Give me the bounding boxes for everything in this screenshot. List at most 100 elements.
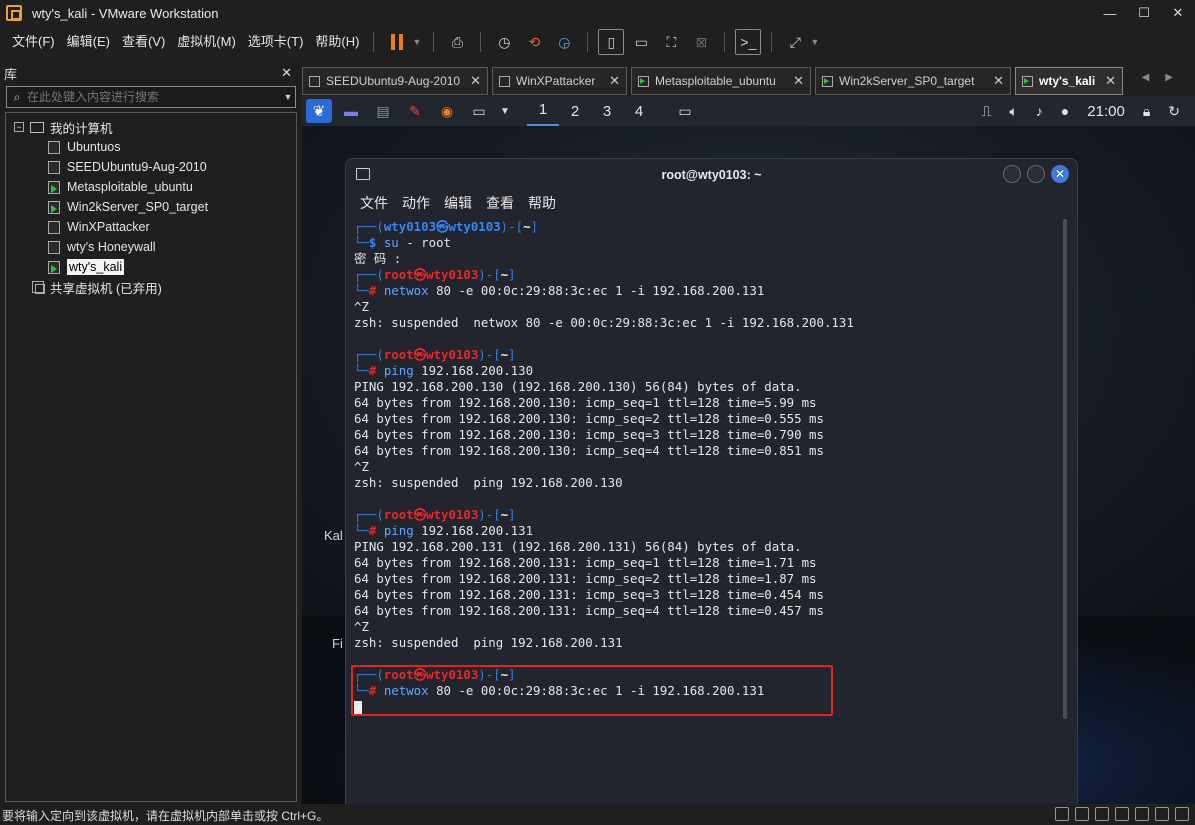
terminal-title: root@wty0103: ~ xyxy=(661,168,762,182)
menu-edit[interactable]: 编辑(E) xyxy=(61,26,116,58)
tab-scroll-arrows-icon[interactable]: ◀▶ xyxy=(1142,72,1189,83)
tree-item-vm[interactable]: Metasploitable_ubuntu xyxy=(48,177,193,197)
text-editor-icon[interactable]: ✎ xyxy=(402,99,428,123)
firefox-icon[interactable]: ◉ xyxy=(434,99,460,123)
stretch-guest-icon[interactable]: ⤢ xyxy=(782,29,808,55)
workspace-3[interactable]: 3 xyxy=(591,103,623,120)
terminal-titlebar[interactable]: root@wty0103: ~ ✕ xyxy=(346,159,1077,191)
tab-winxpattacker[interactable]: WinXPattacker ✕ xyxy=(492,67,627,95)
minimize-button[interactable]: — xyxy=(1093,0,1127,26)
workspace-4[interactable]: 4 xyxy=(623,103,655,120)
tree-item-vm[interactable]: WinXPattacker xyxy=(48,217,150,237)
prompt-bracket: ┌──( xyxy=(354,507,384,522)
tab-close-icon[interactable]: ✕ xyxy=(785,73,804,89)
power-icon[interactable]: ● xyxy=(1061,103,1069,119)
volume-icon[interactable]: 🔈︎ xyxy=(1009,103,1017,120)
terminal-icon[interactable]: ▭ xyxy=(466,99,492,123)
prompt-root-symbol: # xyxy=(368,283,384,298)
terminal-menu-help[interactable]: 帮助 xyxy=(528,193,556,213)
library-search-input[interactable] xyxy=(27,90,281,104)
usb-icon[interactable] xyxy=(1115,807,1129,821)
network-icon[interactable]: ⎍ xyxy=(982,103,992,120)
panel-clock[interactable]: 21:00 xyxy=(1087,103,1125,120)
terminal-menu-edit[interactable]: 编辑 xyxy=(444,193,472,213)
terminal-window[interactable]: root@wty0103: ~ ✕ 文件 动作 编辑 查看 帮助 ┌──( wty… xyxy=(345,158,1078,804)
pause-vm-button[interactable] xyxy=(384,29,410,55)
collapse-icon[interactable]: − xyxy=(14,122,24,132)
tab-close-icon[interactable]: ✕ xyxy=(601,73,620,89)
send-ctrl-alt-del-icon[interactable]: ⎙ xyxy=(444,29,470,55)
tree-item-vm[interactable]: Ubuntuos xyxy=(48,137,121,157)
tab-close-icon[interactable]: ✕ xyxy=(985,73,1004,89)
stretch-dropdown-icon[interactable]: ▼ xyxy=(810,37,819,47)
vm-running-icon xyxy=(48,180,60,194)
tab-win2kserver[interactable]: Win2kServer_SP0_target ✕ xyxy=(815,67,1011,95)
workspace-1[interactable]: 1 xyxy=(527,96,559,126)
kali-menu-icon[interactable]: ❦ xyxy=(306,99,332,123)
workspace-2[interactable]: 2 xyxy=(559,103,591,120)
menu-view[interactable]: 查看(V) xyxy=(116,26,171,58)
prompt-host: wty0103 xyxy=(426,507,479,522)
cd-drive-icon[interactable] xyxy=(1075,807,1089,821)
vm-console[interactable]: Kal Fi ❦ ▬ ▤ ✎ ◉ ▭ ▼ 1 2 3 4 ▭ ⎍ 🔈︎ ♪ ● … xyxy=(302,96,1195,804)
terminal-menu-file[interactable]: 文件 xyxy=(360,193,388,213)
terminal-close-button[interactable]: ✕ xyxy=(1051,165,1069,183)
desktop-icon-label[interactable]: Fi xyxy=(332,636,343,651)
desktop-icon-label[interactable]: Kal xyxy=(324,528,343,543)
show-desktop-icon[interactable]: ▬ xyxy=(338,99,364,123)
library-header: 库 ✕ xyxy=(0,62,300,84)
menu-tabs[interactable]: 选项卡(T) xyxy=(242,26,310,58)
command-name: su xyxy=(383,235,399,250)
snapshot-icon[interactable]: ◷ xyxy=(491,29,517,55)
tab-seedubuntu[interactable]: SEEDUbuntu9-Aug-2010 ✕ xyxy=(302,67,488,95)
terminal-minimize-button[interactable] xyxy=(1003,165,1021,183)
network-adapter-icon[interactable] xyxy=(1095,807,1109,821)
unity-icon[interactable]: ⊠ xyxy=(688,29,714,55)
terminal-menu-view[interactable]: 查看 xyxy=(486,193,514,213)
menu-file[interactable]: 文件(F) xyxy=(6,26,61,58)
command-args: 192.168.200.130 xyxy=(413,363,534,378)
power-dropdown-icon[interactable]: ▼ xyxy=(412,37,421,47)
revert-snapshot-icon[interactable]: ⟲ xyxy=(521,29,547,55)
display-icon[interactable] xyxy=(1155,807,1169,821)
message-log-icon[interactable] xyxy=(1175,807,1189,821)
tree-item-vm[interactable]: Win2kServer_SP0_target xyxy=(48,197,208,217)
file-manager-icon[interactable]: ▤ xyxy=(370,99,396,123)
tab-close-icon[interactable]: ✕ xyxy=(1097,73,1116,89)
maximize-button[interactable]: ☐ xyxy=(1127,0,1161,26)
snapshot-manager-icon[interactable]: ◶ xyxy=(551,29,577,55)
console-view-icon[interactable]: >_ xyxy=(735,29,762,55)
tab-wty-kali[interactable]: wty's_kali ✕ xyxy=(1015,67,1123,95)
tree-item-vm-selected[interactable]: wty's_kali xyxy=(48,257,125,277)
terminal-menu-actions[interactable]: 动作 xyxy=(402,193,430,213)
lock-icon[interactable]: 🔒︎ xyxy=(1143,103,1150,120)
menu-help[interactable]: 帮助(H) xyxy=(309,26,365,58)
tree-item-vm[interactable]: wty's Honeywall xyxy=(48,237,156,257)
vm-running-icon xyxy=(48,260,60,274)
tree-root-my-computer[interactable]: − 我的计算机 xyxy=(14,117,113,137)
library-close-button[interactable]: ✕ xyxy=(281,65,292,81)
search-dropdown-icon[interactable]: ▼ xyxy=(281,92,295,102)
tree-item-shared[interactable]: 共享虚拟机 (已弃用) xyxy=(32,277,162,297)
fullscreen-icon[interactable]: ⛶ xyxy=(658,29,684,55)
terminal-scrollbar[interactable] xyxy=(1063,219,1067,719)
terminal-task-icon[interactable]: ▭ xyxy=(672,99,698,123)
library-tree: − 我的计算机 Ubuntuos SEEDUbuntu9-Aug-2010 Me… xyxy=(5,112,297,802)
sound-card-icon[interactable] xyxy=(1135,807,1149,821)
terminal-output-line: PING 192.168.200.130 (192.168.200.130) 5… xyxy=(354,379,802,394)
terminal-output-line: 64 bytes from 192.168.200.130: icmp_seq=… xyxy=(354,443,824,458)
logout-icon[interactable]: ↻ xyxy=(1168,103,1180,120)
tree-item-vm[interactable]: SEEDUbuntu9-Aug-2010 xyxy=(48,157,207,177)
terminal-output[interactable]: ┌──(wty0103㉿wty0103)-[~] └─$ su - root 密 码… xyxy=(354,219,1064,804)
tab-metasploitable[interactable]: Metasploitable_ubuntu ✕ xyxy=(631,67,811,95)
terminal-dropdown-icon[interactable]: ▼ xyxy=(498,99,512,123)
menu-vm[interactable]: 虚拟机(M) xyxy=(171,26,242,58)
thumbnail-view-icon[interactable]: ▭ xyxy=(628,29,654,55)
terminal-command-line: └─# ping 192.168.200.131 xyxy=(354,523,1064,539)
tab-close-icon[interactable]: ✕ xyxy=(462,73,481,89)
hard-disk-icon[interactable] xyxy=(1055,807,1069,821)
close-button[interactable]: ✕ xyxy=(1161,0,1195,26)
notification-bell-icon[interactable]: ♪ xyxy=(1036,103,1043,119)
library-view-icon[interactable]: ▯ xyxy=(598,29,625,55)
terminal-maximize-button[interactable] xyxy=(1027,165,1045,183)
